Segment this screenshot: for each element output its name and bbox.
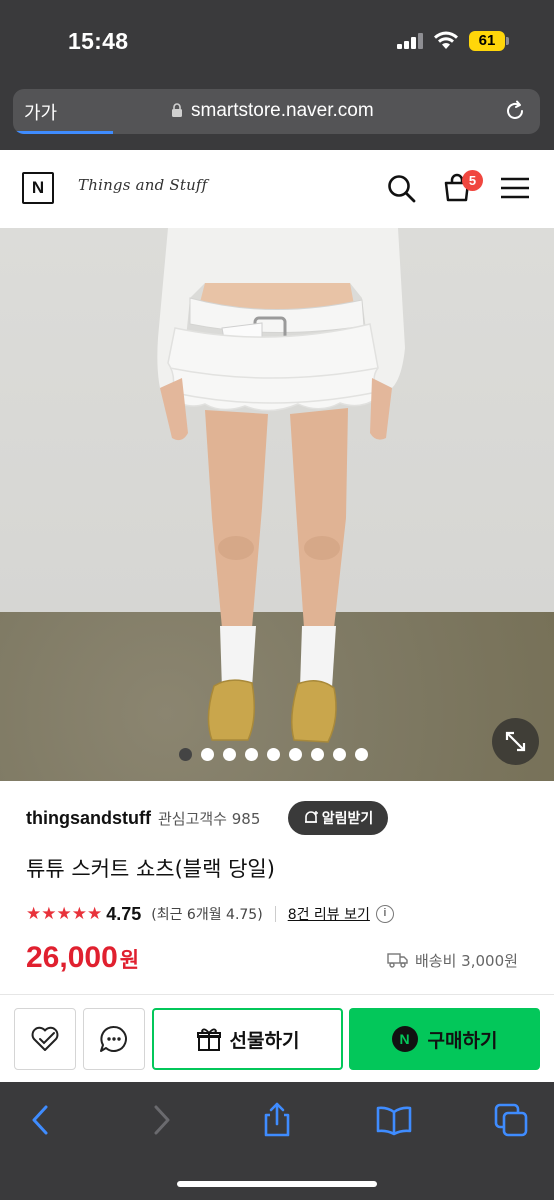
pagination-dot[interactable] xyxy=(355,748,368,761)
price-amount: 26,000 xyxy=(26,941,118,974)
pagination-dot[interactable] xyxy=(311,748,324,761)
seller-row: thingsandstuff 관심고객수 985 xyxy=(26,803,260,833)
naver-pay-logo: N xyxy=(391,1026,418,1052)
naver-logo[interactable]: N xyxy=(22,172,54,204)
lock-icon xyxy=(172,103,182,117)
product-image[interactable] xyxy=(0,228,554,781)
chat-bubble-icon xyxy=(100,1025,127,1052)
browser-chrome-top: 15:48 61 가가 smartstore.naver.com xyxy=(0,0,554,150)
url-text[interactable]: smartstore.naver.com xyxy=(191,100,374,122)
image-pagination-dots[interactable] xyxy=(179,748,368,762)
page-load-progress xyxy=(13,131,114,134)
status-time: 15:48 xyxy=(68,28,129,54)
purchase-action-bar: 선물하기 N 구매하기 xyxy=(0,994,554,1082)
search-icon[interactable] xyxy=(385,172,417,204)
alarm-label: 알림받기 xyxy=(321,811,374,827)
cellular-signal-icon xyxy=(397,33,423,49)
store-header: N Things and Stuff 5 xyxy=(0,150,554,228)
rating-row: ★★★★★ 4.75 (최근 6개월 4.75) 8건 리뷰 보기 i xyxy=(26,901,394,927)
rating-value: 4.75 xyxy=(106,903,142,924)
gift-icon xyxy=(196,1028,221,1051)
model-photo xyxy=(157,228,405,743)
gift-label: 선물하기 xyxy=(229,1029,300,1052)
battery-indicator: 61 xyxy=(469,31,505,51)
price-unit: 원 xyxy=(119,948,140,972)
pagination-dot[interactable] xyxy=(267,748,280,761)
gift-button[interactable]: 선물하기 xyxy=(152,1008,343,1070)
brand-logo[interactable]: Things and Stuff xyxy=(78,176,207,194)
expand-icon xyxy=(505,731,526,752)
text-size-button[interactable]: 가가 xyxy=(24,99,57,125)
menu-icon[interactable] xyxy=(499,172,531,204)
divider xyxy=(274,906,276,922)
heart-check-icon xyxy=(31,1026,59,1051)
shipping-label: 배송비 3,000원 xyxy=(415,951,518,970)
seller-name[interactable]: thingsandstuff xyxy=(26,808,151,829)
home-indicator xyxy=(177,1181,377,1187)
star-rating-icons: ★★★★★ xyxy=(26,904,103,924)
wifi-icon xyxy=(434,31,458,49)
pagination-dot[interactable] xyxy=(289,748,302,761)
recent-rating: (최근 6개월 4.75) xyxy=(151,907,263,923)
inquiry-button[interactable] xyxy=(83,1008,145,1070)
pagination-dot[interactable] xyxy=(333,748,346,761)
pagination-dot[interactable] xyxy=(179,748,192,761)
reload-icon[interactable] xyxy=(503,99,527,123)
product-title: 튜튜 스커트 쇼츠(블랙 당일) xyxy=(26,857,275,881)
notification-subscribe-button[interactable]: 알림받기 xyxy=(288,801,388,835)
shipping-fee: 배송비 3,000원 xyxy=(387,949,518,971)
cart-count-badge: 5 xyxy=(462,170,483,191)
review-link[interactable]: 8건 리뷰 보기 xyxy=(288,904,370,924)
info-icon[interactable]: i xyxy=(375,905,394,923)
bell-plus-icon xyxy=(304,811,318,823)
address-bar[interactable]: 가가 smartstore.naver.com xyxy=(13,89,540,134)
pagination-dot[interactable] xyxy=(245,748,258,761)
price: 26,000 원 xyxy=(26,941,139,975)
expand-image-button[interactable] xyxy=(492,718,539,765)
back-icon[interactable] xyxy=(23,1102,59,1138)
battery-nub xyxy=(506,37,509,45)
pagination-dot[interactable] xyxy=(223,748,236,761)
pagination-dot[interactable] xyxy=(201,748,214,761)
follower-count: 관심고객수 985 xyxy=(157,809,261,828)
wishlist-button[interactable] xyxy=(14,1008,76,1070)
buy-button[interactable]: N 구매하기 xyxy=(349,1008,540,1070)
buy-label: 구매하기 xyxy=(427,1029,498,1052)
tabs-icon[interactable] xyxy=(493,1102,529,1138)
forward-icon[interactable] xyxy=(143,1102,179,1138)
bookmarks-icon[interactable] xyxy=(376,1102,412,1138)
delivery-truck-icon xyxy=(387,953,408,968)
share-icon[interactable] xyxy=(259,1102,295,1138)
